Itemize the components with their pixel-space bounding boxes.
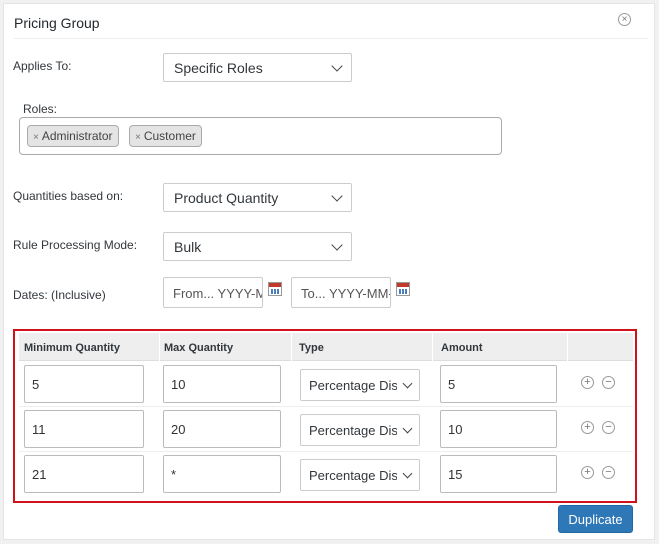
- panel-title: Pricing Group: [14, 15, 100, 31]
- quantity-table: Minimum Quantity Max Quantity Type Amoun…: [13, 329, 637, 503]
- min-quantity-input[interactable]: 11: [24, 410, 144, 448]
- amount-input[interactable]: 5: [440, 365, 557, 403]
- remove-row-icon[interactable]: −: [602, 466, 615, 479]
- quantities-based-on-select[interactable]: Product Quantity: [163, 183, 352, 212]
- duplicate-button[interactable]: Duplicate: [558, 505, 633, 533]
- calendar-icon[interactable]: [268, 282, 282, 296]
- roles-label: Roles:: [23, 102, 58, 116]
- remove-tag-icon[interactable]: ×: [135, 132, 141, 143]
- remove-row-icon[interactable]: −: [602, 421, 615, 434]
- close-icon[interactable]: ×: [618, 13, 631, 26]
- type-select[interactable]: Percentage Discount: [300, 414, 420, 446]
- chevron-down-icon: [331, 190, 343, 202]
- applies-to-value: Specific Roles: [174, 60, 263, 76]
- date-from-input[interactable]: From... YYYY-MM-DD: [163, 277, 263, 308]
- divider: [291, 333, 292, 361]
- amount-input[interactable]: 15: [440, 455, 557, 493]
- divider: [567, 333, 568, 361]
- divider: [19, 451, 633, 452]
- role-tag-administrator: × Administrator: [27, 125, 119, 147]
- remove-row-icon[interactable]: −: [602, 376, 615, 389]
- rule-processing-mode-select[interactable]: Bulk: [163, 232, 352, 261]
- role-tag-label: Administrator: [41, 129, 113, 143]
- min-quantity-input[interactable]: 5: [24, 365, 144, 403]
- remove-tag-icon[interactable]: ×: [33, 132, 39, 143]
- calendar-icon[interactable]: [396, 282, 410, 296]
- divider: [159, 333, 160, 361]
- quantities-based-on-value: Product Quantity: [174, 190, 279, 206]
- header-amount: Amount: [441, 342, 483, 354]
- role-tag-customer: × Customer: [129, 125, 202, 147]
- max-quantity-input[interactable]: *: [163, 455, 281, 493]
- chevron-down-icon: [331, 60, 343, 72]
- max-quantity-input[interactable]: 10: [163, 365, 281, 403]
- quantities-based-on-label: Quantities based on:: [13, 189, 124, 203]
- divider: [14, 38, 648, 39]
- max-quantity-input[interactable]: 20: [163, 410, 281, 448]
- date-to-input[interactable]: To... YYYY-MM-DD: [291, 277, 391, 308]
- table-header: Minimum Quantity Max Quantity Type Amoun…: [19, 333, 633, 361]
- add-row-icon[interactable]: +: [581, 376, 594, 389]
- min-quantity-input[interactable]: 21: [24, 455, 144, 493]
- divider: [432, 333, 433, 361]
- dates-label: Dates: (Inclusive): [13, 288, 106, 302]
- applies-to-select[interactable]: Specific Roles: [163, 53, 352, 82]
- rule-processing-mode-label: Rule Processing Mode:: [13, 238, 138, 252]
- add-row-icon[interactable]: +: [581, 466, 594, 479]
- header-min-quantity: Minimum Quantity: [24, 342, 120, 354]
- role-tag-label: Customer: [143, 129, 196, 143]
- add-row-icon[interactable]: +: [581, 421, 594, 434]
- divider: [19, 406, 633, 407]
- amount-input[interactable]: 10: [440, 410, 557, 448]
- header-max-quantity: Max Quantity: [164, 342, 234, 354]
- header-type: Type: [299, 342, 324, 354]
- type-select[interactable]: Percentage Discount: [300, 459, 420, 491]
- rule-processing-mode-value: Bulk: [174, 239, 202, 255]
- applies-to-label: Applies To:: [13, 59, 72, 73]
- chevron-down-icon: [331, 239, 343, 251]
- type-select[interactable]: Percentage Discount: [300, 369, 420, 401]
- roles-multiselect[interactable]: × Administrator × Customer: [19, 117, 502, 155]
